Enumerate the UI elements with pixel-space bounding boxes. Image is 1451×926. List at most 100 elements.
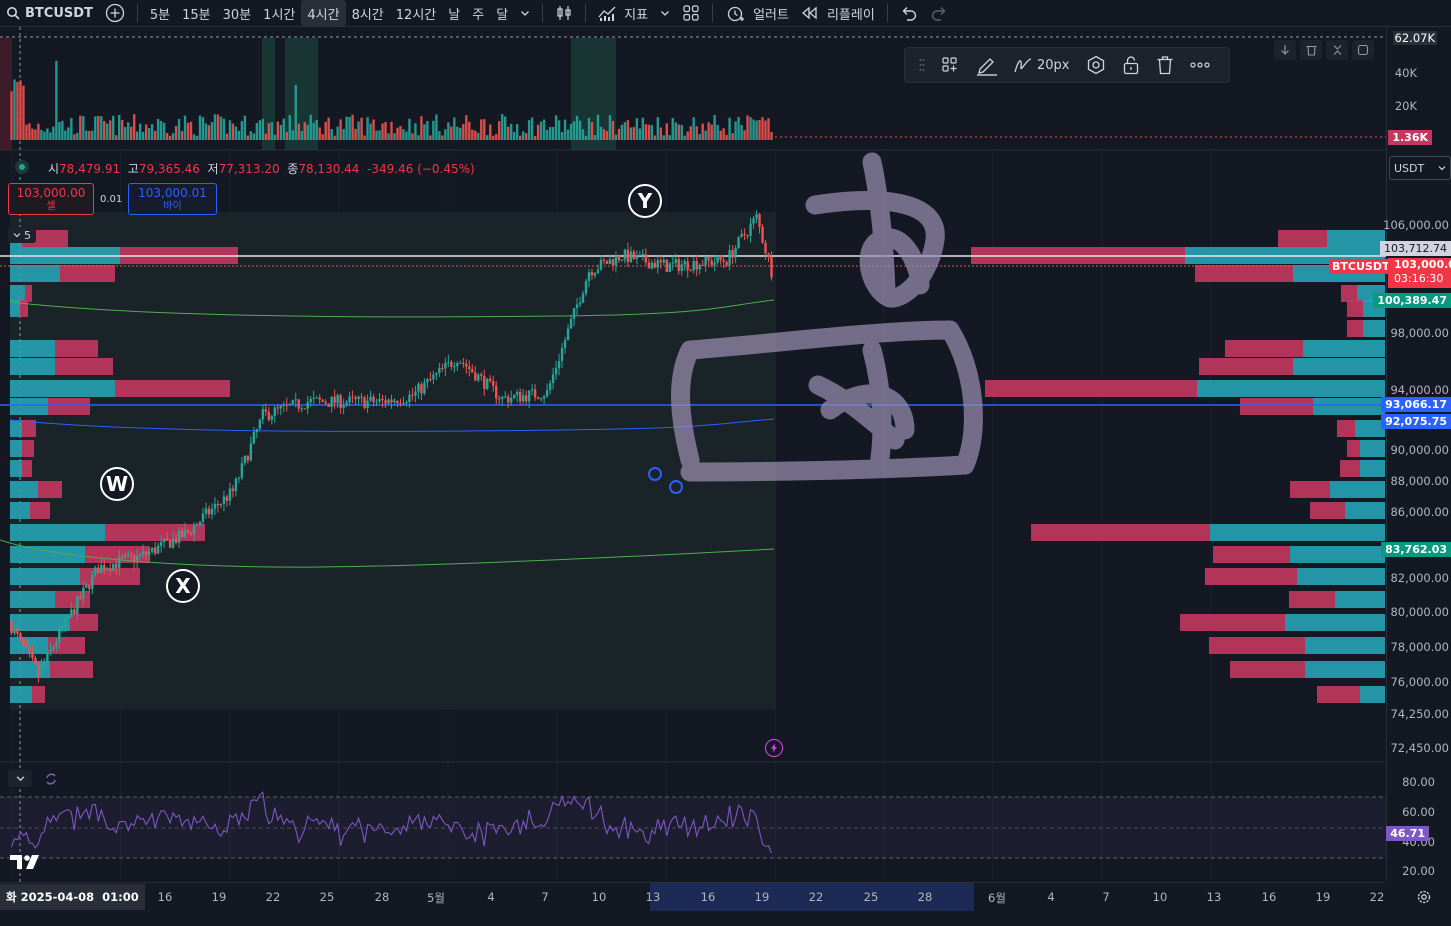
- vp-bar-down: [985, 380, 1197, 397]
- candle-body: [70, 609, 73, 618]
- candle-body: [495, 385, 498, 399]
- candle-body: [147, 551, 151, 555]
- lock-button[interactable]: [1122, 55, 1140, 75]
- price-axis-label: 106,000.00: [1383, 218, 1449, 232]
- collapse-pane-button[interactable]: [1326, 40, 1348, 60]
- maximize-pane-button[interactable]: [1352, 40, 1374, 60]
- time-axis-label: 6월: [988, 891, 1006, 905]
- candle-body: [282, 404, 285, 406]
- candle-body: [129, 554, 133, 556]
- pane-controls: [1274, 40, 1374, 60]
- candle-body: [566, 328, 570, 341]
- volume-bar: [270, 122, 274, 140]
- vp-bar-down: [1205, 568, 1297, 585]
- candle-body: [207, 508, 211, 515]
- vp-bar-down: [1225, 340, 1303, 357]
- volume-bar: [713, 114, 716, 140]
- volume-bar: [731, 133, 734, 140]
- vp-bar-down: [38, 481, 62, 498]
- candle-body: [420, 384, 423, 394]
- volume-bar: [752, 119, 755, 140]
- candle-body: [743, 234, 746, 236]
- delete-button[interactable]: [1156, 55, 1174, 75]
- wave-label-w[interactable]: W: [100, 467, 134, 501]
- volume-bar: [132, 114, 136, 140]
- wave-label-y[interactable]: Y: [628, 184, 662, 218]
- volume-bar: [73, 134, 76, 140]
- volume-bar: [291, 130, 294, 140]
- settings-button[interactable]: [1086, 55, 1106, 75]
- volume-bar: [28, 123, 31, 140]
- delete-pane-button[interactable]: [1300, 40, 1322, 60]
- candle-body: [581, 293, 585, 303]
- chevron-down-icon: [13, 233, 21, 238]
- candle-body: [273, 407, 277, 417]
- volume-bar: [512, 131, 516, 140]
- tradingview-logo[interactable]: [10, 853, 44, 875]
- sell-button[interactable]: 103,000.00 셀: [8, 183, 94, 215]
- drag-handle[interactable]: [919, 58, 925, 72]
- template-button[interactable]: [941, 56, 959, 74]
- line-width-button[interactable]: 20px: [1013, 55, 1070, 75]
- sell-price: 103,000.00: [16, 186, 86, 200]
- candle-body: [695, 261, 698, 270]
- pen-color-button[interactable]: [975, 54, 997, 76]
- volume-bar: [542, 119, 546, 140]
- volume-bar: [13, 79, 16, 140]
- rsi-sync-icon[interactable]: [44, 772, 58, 790]
- candle-body: [97, 567, 100, 573]
- volume-bar: [761, 117, 764, 140]
- volume-bar: [342, 129, 345, 140]
- vp-bar-up: [1293, 358, 1385, 375]
- volume-bar: [438, 131, 441, 140]
- candle-body: [112, 563, 115, 571]
- time-axis-settings[interactable]: [1416, 889, 1432, 909]
- sell-label: 셀: [46, 201, 56, 212]
- volume-bar: [734, 121, 737, 140]
- volume-bar: [345, 116, 348, 140]
- candle-body: [689, 270, 692, 272]
- candle-body: [103, 565, 106, 571]
- rsi-current-badge: 46.71: [1386, 826, 1429, 841]
- volume-bar: [372, 119, 375, 140]
- candle-body: [399, 403, 402, 405]
- vp-bar-down: [55, 591, 90, 608]
- event-bolt-icon[interactable]: [765, 739, 783, 757]
- ohlc-legend: 시78,479.91 고79,365.46 저77,313.20 종78,130…: [48, 160, 475, 177]
- volume-bar: [195, 135, 199, 140]
- candle-body: [674, 259, 677, 263]
- volume-bar: [246, 135, 250, 140]
- candle-body: [572, 308, 576, 319]
- candle-body: [701, 264, 704, 266]
- volume-bar: [384, 122, 387, 140]
- volume-bar: [339, 119, 342, 140]
- volume-bar: [486, 135, 489, 140]
- vp-bar-up: [10, 380, 115, 397]
- legend-eye-dot[interactable]: [15, 160, 29, 174]
- move-pane-down-button[interactable]: [1274, 40, 1296, 60]
- more-button[interactable]: [1189, 62, 1210, 68]
- volume-bar: [204, 123, 208, 140]
- currency-select[interactable]: USDT: [1389, 156, 1451, 180]
- candle-body: [641, 254, 645, 256]
- candle-body: [10, 621, 13, 634]
- wave-label-x[interactable]: X: [166, 569, 200, 603]
- vp-bar-down: [55, 340, 98, 357]
- collapse-indicators-button[interactable]: 5: [8, 227, 36, 243]
- vp-bar-down: [1347, 320, 1363, 337]
- candle-body: [462, 362, 465, 364]
- volume-bar: [495, 134, 498, 140]
- volume-bar: [650, 125, 654, 140]
- candle-body: [527, 390, 531, 402]
- vp-bar-up: [1363, 320, 1385, 337]
- price-chart[interactable]: [0, 0, 1451, 925]
- volume-bar: [668, 135, 671, 140]
- rsi-collapse-button[interactable]: [8, 770, 32, 787]
- volume-bar: [264, 133, 268, 140]
- candle-body: [55, 642, 58, 648]
- candle-body: [608, 259, 612, 264]
- arrow-down-icon: [1281, 45, 1289, 55]
- vp-bar-down: [50, 661, 93, 678]
- volume-bar: [560, 131, 564, 140]
- buy-button[interactable]: 103,000.01 바이: [128, 183, 217, 215]
